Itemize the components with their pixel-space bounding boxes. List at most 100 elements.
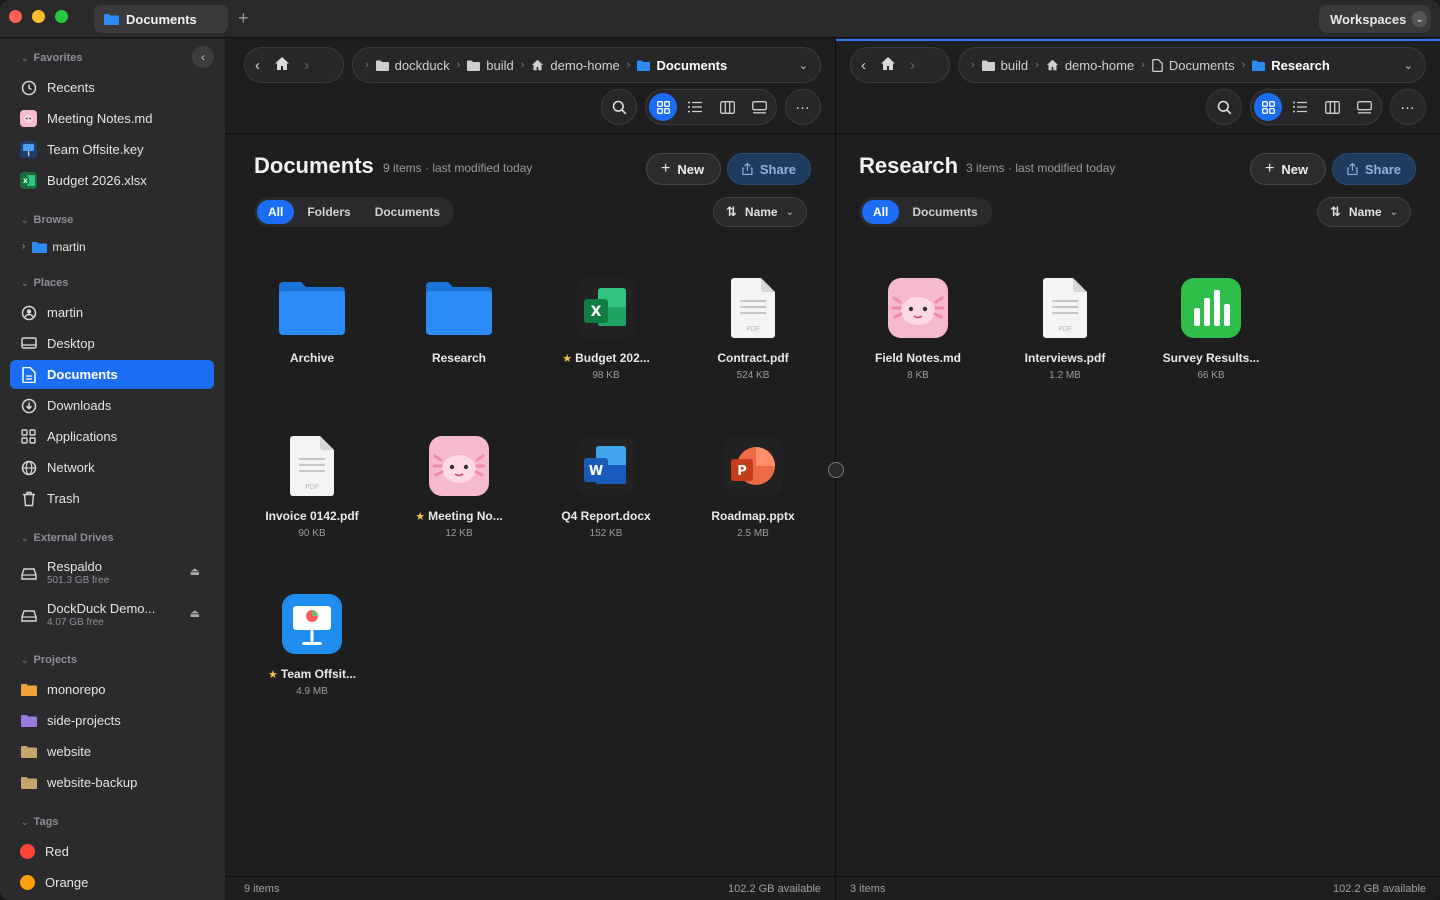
breadcrumb-item[interactable]: demo-home <box>531 58 620 73</box>
new-button[interactable]: + New <box>646 153 721 185</box>
share-button[interactable]: Share <box>727 153 811 185</box>
chevron-right-icon: › <box>22 241 26 252</box>
sidebar-item-side-projects[interactable]: side-projects <box>10 706 214 735</box>
breadcrumb-item[interactable]: build <box>467 58 514 73</box>
sidebar-item-drive-dockduck[interactable]: DockDuck Demo... 4.07 GB free ⏏ <box>10 600 214 632</box>
home-icon <box>275 56 289 70</box>
file-item-invoice[interactable]: PDF Invoice 0142.pdf 90 KB <box>252 433 372 539</box>
breadcrumb-item[interactable]: build <box>981 58 1028 73</box>
filter-segmented-control: All Documents <box>859 197 992 227</box>
section-projects[interactable]: ⌄ Projects <box>21 654 77 666</box>
sidebar-item-monorepo[interactable]: monorepo <box>10 675 214 704</box>
chevron-right-icon: › <box>971 59 975 71</box>
icon-view-button[interactable] <box>649 93 677 121</box>
breadcrumb-item-current[interactable]: Research <box>1252 58 1330 73</box>
breadcrumb-item[interactable]: dockduck <box>375 58 450 73</box>
sidebar-item-label: Team Offsite.key <box>47 142 144 157</box>
breadcrumb-item[interactable]: Documents <box>1152 58 1235 73</box>
column-view-button[interactable] <box>1318 93 1346 121</box>
column-view-button[interactable] <box>713 93 741 121</box>
sidebar-item-drive-respaldo[interactable]: Respaldo 501.3 GB free ⏏ <box>10 558 214 590</box>
forward-button[interactable]: › <box>910 57 915 74</box>
search-button[interactable] <box>601 89 637 125</box>
icon-view-button[interactable] <box>1254 93 1282 121</box>
filter-documents[interactable]: Documents <box>364 200 451 224</box>
sidebar-item-applications[interactable]: Applications <box>10 422 214 451</box>
chevron-right-icon: › <box>626 59 631 71</box>
file-item-team-offsite[interactable]: ★ Team Offsit... 4.9 MB <box>252 591 372 697</box>
caret-icon: ⌄ <box>21 277 29 288</box>
gallery-view-button[interactable] <box>745 93 773 121</box>
file-item-roadmap[interactable]: P Roadmap.pptx 2.5 MB <box>693 433 813 539</box>
more-options-button[interactable]: … <box>785 89 821 125</box>
tab-documents[interactable]: Documents <box>94 5 228 33</box>
new-button[interactable]: + New <box>1250 153 1326 185</box>
file-item-budget[interactable]: X ★ Budget 202... 98 KB <box>546 275 666 381</box>
svg-text:PDF: PDF <box>1058 325 1072 333</box>
breadcrumb-item-current[interactable]: Documents <box>637 58 727 73</box>
pdf-icon: PDF <box>1032 275 1098 341</box>
section-tags[interactable]: ⌄ Tags <box>21 816 58 828</box>
eject-icon[interactable]: ⏏ <box>190 607 200 620</box>
sidebar-item-browse-martin[interactable]: › martin <box>10 232 214 261</box>
file-item-survey-results[interactable]: Survey Results... 66 KB <box>1151 275 1271 381</box>
sidebar-item-website[interactable]: website <box>10 737 214 766</box>
sidebar-item-recents[interactable]: Recents <box>10 73 214 102</box>
axolotl-icon <box>426 433 492 499</box>
sidebar-item-martin[interactable]: martin <box>10 298 214 327</box>
filter-documents[interactable]: Documents <box>901 200 988 224</box>
sidebar-item-budget[interactable]: X Budget 2026.xlsx <box>10 166 214 195</box>
sidebar-item-tag-red[interactable]: Red <box>10 837 214 866</box>
section-external-drives[interactable]: ⌄ External Drives <box>21 532 114 544</box>
home-button[interactable] <box>880 56 896 75</box>
back-button[interactable]: ‹ <box>861 57 866 74</box>
sidebar-item-tag-orange[interactable]: Orange <box>10 868 214 897</box>
split-resize-handle[interactable] <box>828 462 844 478</box>
home-button[interactable] <box>274 56 290 75</box>
sort-button[interactable]: ⇅ Name ⌄ <box>713 197 807 227</box>
home-icon <box>881 56 895 70</box>
share-button[interactable]: Share <box>1332 153 1416 185</box>
close-window-button[interactable] <box>9 10 22 23</box>
section-favorites[interactable]: ⌄ Favorites <box>21 52 82 64</box>
folder-icon <box>426 275 492 341</box>
file-item-q4-report[interactable]: W Q4 Report.docx 152 KB <box>546 433 666 539</box>
sidebar-item-trash[interactable]: Trash <box>10 484 214 513</box>
chevron-down-icon[interactable]: ⌄ <box>799 59 808 72</box>
minimize-window-button[interactable] <box>32 10 45 23</box>
eject-icon[interactable]: ⏏ <box>190 565 200 578</box>
filter-all[interactable]: All <box>862 200 900 224</box>
section-places[interactable]: ⌄ Places <box>21 277 68 289</box>
file-item-interviews[interactable]: PDF Interviews.pdf 1.2 MB <box>1005 275 1125 381</box>
sort-button[interactable]: ⇅ Name ⌄ <box>1317 197 1411 227</box>
list-view-button[interactable] <box>1286 93 1314 121</box>
sidebar-item-team-offsite[interactable]: Team Offsite.key <box>10 135 214 164</box>
new-tab-button[interactable]: + <box>238 8 249 28</box>
zoom-window-button[interactable] <box>55 10 68 23</box>
file-item-research[interactable]: Research <box>399 275 519 365</box>
filter-all[interactable]: All <box>257 200 295 224</box>
filter-folders[interactable]: Folders <box>296 200 361 224</box>
search-button[interactable] <box>1206 89 1242 125</box>
sidebar-item-downloads[interactable]: Downloads <box>10 391 214 420</box>
collapse-sidebar-button[interactable]: ‹ <box>192 46 214 68</box>
sidebar-item-website-backup[interactable]: website-backup <box>10 768 214 797</box>
breadcrumb-item[interactable]: demo-home <box>1046 58 1134 73</box>
workspaces-button[interactable]: Workspaces ⌄ <box>1319 5 1431 33</box>
gallery-view-button[interactable] <box>1350 93 1378 121</box>
sidebar-item-desktop[interactable]: Desktop <box>10 329 214 358</box>
file-item-archive[interactable]: Archive <box>252 275 372 365</box>
chevron-down-icon[interactable]: ⌄ <box>1404 59 1413 72</box>
file-name: Roadmap.pptx <box>711 509 795 523</box>
list-view-button[interactable] <box>681 93 709 121</box>
more-options-button[interactable]: … <box>1390 89 1426 125</box>
sidebar-item-network[interactable]: Network <box>10 453 214 482</box>
file-item-field-notes[interactable]: Field Notes.md 8 KB <box>858 275 978 381</box>
file-item-meeting-notes[interactable]: ★ Meeting No... 12 KB <box>399 433 519 539</box>
sidebar-item-meeting-notes[interactable]: Meeting Notes.md <box>10 104 214 133</box>
back-button[interactable]: ‹ <box>255 57 260 74</box>
file-item-contract[interactable]: PDF Contract.pdf 524 KB <box>693 275 813 381</box>
section-browse[interactable]: ⌄ Browse <box>21 214 73 226</box>
sidebar-item-documents[interactable]: Documents <box>10 360 214 389</box>
forward-button[interactable]: › <box>304 57 309 74</box>
